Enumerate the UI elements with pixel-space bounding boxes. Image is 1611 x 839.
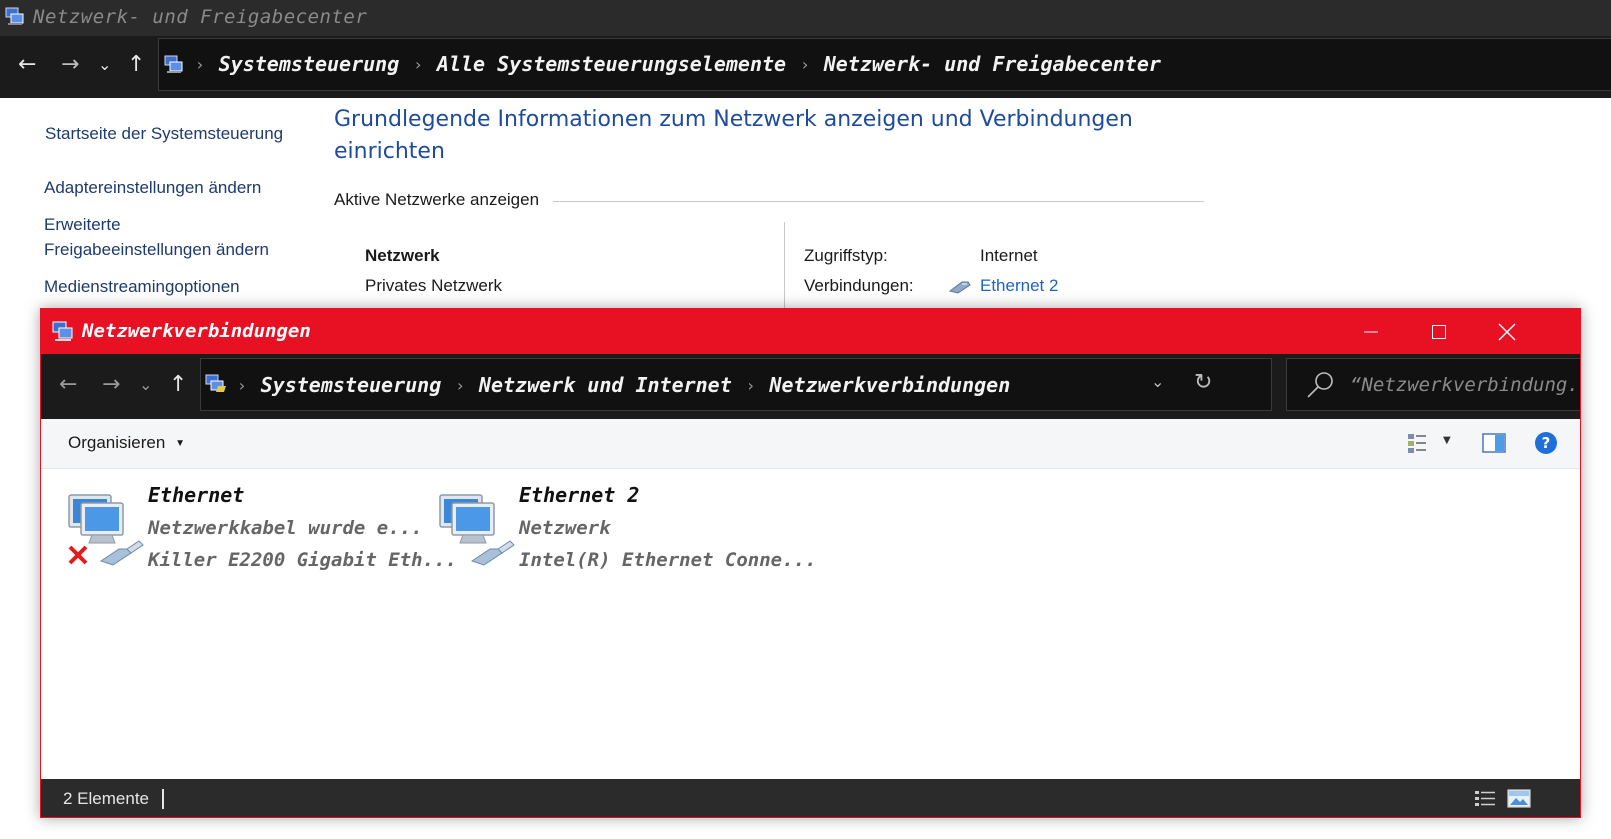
sidebar-link-sharing-settings-line1[interactable]: Erweiterte [44, 215, 121, 235]
breadcrumb-separator-icon: › [237, 375, 247, 395]
back-arrow-icon[interactable]: ← [59, 374, 77, 396]
breadcrumb-item[interactable]: Systemsteuerung [219, 52, 400, 76]
svg-text:?: ? [1542, 434, 1551, 452]
help-icon[interactable]: ? [1534, 431, 1558, 455]
search-placeholder: “Netzwerkverbindung... [1350, 374, 1581, 396]
close-button[interactable] [1473, 309, 1541, 354]
connection-item-ethernet-2[interactable]: Ethernet 2 Netzwerk Intel(R) Ethernet Co… [438, 479, 816, 579]
sidebar-link-sharing-settings-line2[interactable]: Freigabeeinstellungen ändern [44, 240, 269, 260]
organize-menu-button[interactable]: Organisieren ▼ [68, 433, 185, 453]
breadcrumb-item[interactable]: Systemsteuerung [261, 373, 442, 397]
item-count: 2 Elemente [63, 789, 149, 808]
view-options-caret-icon[interactable]: ▼ [1443, 435, 1451, 446]
foreground-breadcrumb: › Systemsteuerung › Netzwerk und Interne… [237, 373, 1010, 397]
minimize-icon [1364, 331, 1378, 332]
breadcrumb-separator-icon: › [455, 375, 465, 395]
breadcrumb-item[interactable]: Netzwerkverbindungen [769, 373, 1010, 397]
sidebar-link-home[interactable]: Startseite der Systemsteuerung [45, 124, 283, 144]
network-connections-icon [52, 321, 73, 341]
network-adapter-icon [439, 494, 515, 566]
address-dropdown-chevron-icon[interactable]: ⌄ [1151, 372, 1164, 391]
connections-list: Ethernet Netzwerkkabel wurde e... Killer… [41, 469, 1580, 779]
back-arrow-icon[interactable]: ← [18, 54, 36, 76]
sidebar-link-adapter-settings[interactable]: Adaptereinstellungen ändern [44, 178, 261, 198]
command-toolbar: Organisieren ▼ ▼ ? [41, 419, 1580, 469]
network-column-divider [784, 222, 785, 312]
breadcrumb-separator-icon: › [800, 54, 810, 74]
large-icons-view-icon[interactable] [1507, 788, 1531, 810]
network-name: Netzwerk [365, 246, 440, 265]
network-center-icon [5, 7, 24, 25]
network-type: Privates Netzwerk [365, 276, 502, 295]
status-bar: 2 Elemente [41, 779, 1580, 817]
minimize-button[interactable] [1337, 309, 1405, 354]
details-view-icon[interactable] [1474, 789, 1496, 809]
search-icon [1307, 372, 1333, 398]
foreground-navbar: ← → ⌄ ↑ › Systemsteuerung › Netzwerk und… [41, 354, 1580, 419]
access-type-label: Zugriffstyp: [804, 246, 888, 265]
refresh-icon[interactable]: ↻ [1194, 370, 1212, 395]
connection-device: Killer E2200 Gigabit Eth... [148, 549, 457, 571]
recent-locations-chevron-icon[interactable]: ⌄ [139, 374, 152, 396]
page-heading: Grundlegende Informationen zum Netzwerk … [334, 107, 1133, 164]
breadcrumb-separator-icon: › [413, 54, 423, 74]
connection-item-ethernet[interactable]: Ethernet Netzwerkkabel wurde e... Killer… [67, 479, 457, 579]
change-view-icon[interactable] [1406, 431, 1430, 455]
status-divider [162, 789, 164, 809]
ethernet-cable-icon [948, 281, 971, 294]
maximize-button[interactable] [1405, 309, 1473, 354]
network-adapter-disconnected-icon [68, 494, 144, 566]
dropdown-caret-icon: ▼ [175, 438, 185, 449]
foreground-titlebar: Netzwerkverbindungen [41, 309, 1580, 354]
section-divider [553, 201, 1204, 202]
close-icon [1498, 323, 1516, 340]
preview-pane-icon[interactable] [1482, 432, 1506, 454]
control-panel-icon [205, 374, 226, 392]
recent-locations-chevron-icon[interactable]: ⌄ [98, 54, 111, 76]
forward-arrow-icon[interactable]: → [102, 374, 120, 396]
breadcrumb-separator-icon: › [195, 54, 205, 74]
breadcrumb-item[interactable]: Alle Systemsteuerungselemente [437, 52, 786, 76]
connection-link-ethernet-2[interactable]: Ethernet 2 [980, 276, 1058, 296]
sidebar-link-media-streaming[interactable]: Medienstreamingoptionen [44, 277, 240, 297]
connection-name: Ethernet 2 [519, 483, 640, 507]
control-panel-icon [164, 55, 183, 73]
connection-status: Netzwerkkabel wurde e... [148, 517, 423, 539]
up-arrow-icon[interactable]: ↑ [127, 54, 145, 76]
connections-label: Verbindungen: [804, 276, 914, 295]
organize-label: Organisieren [68, 433, 166, 452]
breadcrumb-separator-icon: › [745, 375, 756, 395]
active-networks-label: Aktive Netzwerke anzeigen [334, 190, 540, 209]
background-window-title: Netzwerk- und Freigabecenter [33, 6, 368, 28]
up-arrow-icon[interactable]: ↑ [169, 374, 187, 396]
network-connections-window: Netzwerkverbindungen ← → ⌄ ↑ › Systemste… [40, 308, 1581, 818]
breadcrumb-item[interactable]: Netzwerk und Internet [479, 373, 732, 397]
foreground-window-title: Netzwerkverbindungen [82, 320, 311, 342]
forward-arrow-icon[interactable]: → [61, 54, 79, 76]
breadcrumb-item[interactable]: Netzwerk- und Freigabecenter [824, 52, 1161, 76]
access-type-value: Internet [980, 246, 1038, 265]
background-titlebar: Netzwerk- und Freigabecenter [0, 0, 1611, 36]
connection-status: Netzwerk [519, 517, 611, 539]
background-breadcrumb: › Systemsteuerung › Alle Systemsteuerung… [195, 52, 1161, 76]
connection-name: Ethernet [148, 483, 245, 507]
search-box[interactable]: “Netzwerkverbindung... [1286, 358, 1581, 411]
foreground-address-bar[interactable]: › Systemsteuerung › Netzwerk und Interne… [200, 358, 1272, 411]
connection-device: Intel(R) Ethernet Conne... [519, 549, 817, 571]
maximize-icon [1432, 324, 1446, 339]
